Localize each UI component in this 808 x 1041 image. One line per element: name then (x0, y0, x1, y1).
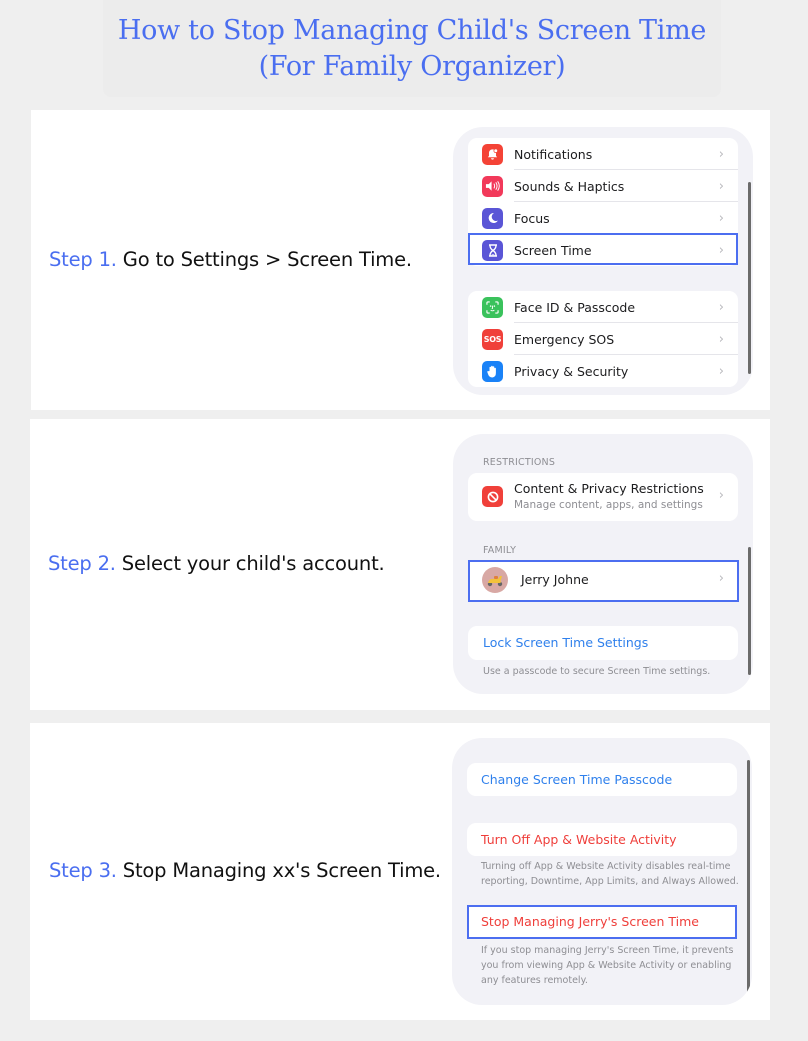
family-member-highlight (468, 560, 739, 602)
stop-managing-footnote: If you stop managing Jerry's Screen Time… (481, 945, 734, 986)
stop-managing-highlight (467, 905, 737, 939)
lock-screen-time-settings-link[interactable]: Lock Screen Time Settings (483, 635, 648, 650)
chevron-right-icon: › (718, 363, 724, 379)
settings-screenshot: Notifications › Sounds & Haptics › Focus… (453, 127, 753, 395)
step-2-panel: Step 2. Select your child's account. RES… (30, 419, 770, 710)
step-1-instruction: Step 1. Go to Settings > Screen Time. (49, 248, 412, 271)
step-3-text: Stop Managing xx's Screen Time. (116, 859, 441, 882)
settings-row-focus[interactable]: Focus › (468, 202, 738, 234)
chevron-right-icon: › (718, 488, 724, 503)
settings-row-face-id[interactable]: Face ID & Passcode › (468, 291, 738, 323)
lock-footnote: Use a passcode to secure Screen Time set… (483, 666, 711, 677)
chevron-right-icon: › (718, 178, 724, 194)
row-label: Focus (514, 210, 550, 226)
row-label: Privacy & Security (514, 363, 629, 379)
bell-icon (482, 143, 503, 165)
sos-icon: SOS (482, 328, 503, 350)
step-2-text: Select your child's account. (115, 552, 385, 575)
scrollbar[interactable] (747, 760, 750, 1002)
step-3-instruction: Step 3. Stop Managing xx's Screen Time. (49, 859, 441, 882)
lock-screen-time-settings-row[interactable]: Lock Screen Time Settings (468, 626, 738, 660)
moon-icon (482, 207, 503, 229)
step-2-number: Step 2. (48, 552, 116, 575)
chevron-right-icon: › (718, 146, 724, 162)
screen-time-highlight (468, 233, 738, 265)
step-1-number: Step 1. (49, 248, 117, 271)
row-label: Sounds & Haptics (514, 178, 625, 194)
scrollbar[interactable] (748, 547, 751, 675)
turn-off-activity-row[interactable]: Turn Off App & Website Activity (467, 823, 737, 856)
title-line-1: How to Stop Managing Child's Screen Time (117, 14, 707, 46)
scrollbar[interactable] (748, 182, 751, 374)
row-label: Emergency SOS (514, 331, 615, 347)
turn-off-footnote: Turning off App & Website Activity disab… (481, 861, 739, 887)
change-screen-time-passcode-link[interactable]: Change Screen Time Passcode (481, 772, 672, 787)
family-caption: FAMILY (483, 545, 517, 556)
turn-off-app-website-activity-link[interactable]: Turn Off App & Website Activity (481, 832, 677, 847)
change-passcode-row[interactable]: Change Screen Time Passcode (467, 763, 737, 796)
step-3-panel: Step 3. Stop Managing xx's Screen Time. … (30, 723, 770, 1020)
step-1-panel: Step 1. Go to Settings > Screen Time. No… (31, 110, 770, 410)
chevron-right-icon: › (718, 331, 724, 347)
page-title: How to Stop Managing Child's Screen Time… (103, 0, 721, 97)
screen-time-screenshot: RESTRICTIONS Content & Privacy Restricti… (453, 434, 753, 694)
settings-row-privacy-security[interactable]: Privacy & Security › (468, 355, 738, 387)
restrictions-caption: RESTRICTIONS (483, 457, 556, 468)
step-1-text: Go to Settings > Screen Time. (116, 248, 412, 271)
speaker-icon (482, 175, 503, 197)
step-3-number: Step 3. (49, 859, 117, 882)
settings-row-emergency-sos[interactable]: SOS Emergency SOS › (468, 323, 738, 355)
chevron-right-icon: › (718, 210, 724, 226)
title-line-2: (For Family Organizer) (258, 50, 566, 82)
restriction-icon (482, 486, 503, 507)
settings-row-notifications[interactable]: Notifications › (468, 138, 738, 170)
row-label: Face ID & Passcode (514, 299, 636, 315)
stop-managing-screenshot: Change Screen Time Passcode Turn Off App… (452, 738, 752, 1005)
step-2-instruction: Step 2. Select your child's account. (48, 552, 385, 575)
content-privacy-restrictions-row[interactable]: Content & Privacy Restrictions Manage co… (468, 473, 738, 521)
settings-row-sounds-haptics[interactable]: Sounds & Haptics › (468, 170, 738, 202)
restrictions-title: Content & Privacy Restrictions (514, 481, 704, 496)
face-id-icon (482, 296, 503, 318)
hand-icon (482, 360, 503, 382)
restrictions-subtitle: Manage content, apps, and settings (514, 499, 703, 511)
settings-group-2: Face ID & Passcode › SOS Emergency SOS ›… (468, 291, 738, 387)
chevron-right-icon: › (718, 299, 724, 315)
row-label: Notifications (514, 146, 593, 162)
